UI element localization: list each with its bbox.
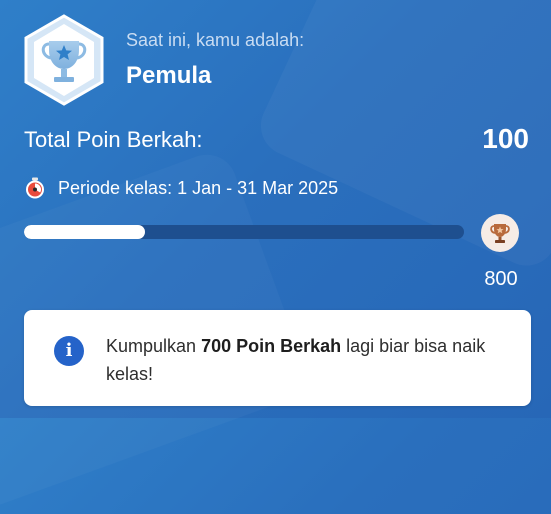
bronze-trophy-icon [490, 224, 510, 243]
level-title: Pemula [126, 62, 212, 89]
trophy-star-icon [24, 14, 104, 106]
info-icon: i [54, 336, 84, 366]
info-text-prefix: Kumpulkan [106, 336, 202, 356]
stopwatch-icon [26, 177, 44, 199]
period-text: Periode kelas: 1 Jan - 31 Mar 2025 [58, 177, 339, 198]
info-message: Kumpulkan 700 Poin Berkah lagi biar bisa… [106, 332, 506, 388]
info-card: i Kumpulkan 700 Poin Berkah lagi biar bi… [24, 310, 531, 406]
progress-bar [24, 225, 464, 239]
status-subtitle: Saat ini, kamu adalah: [126, 30, 305, 50]
progress-fill [24, 225, 145, 239]
total-points-value: 100 [482, 123, 529, 154]
total-points-label: Total Poin Berkah: [24, 127, 203, 152]
target-points-value: 800 [484, 268, 518, 290]
period-row: Periode kelas: 1 Jan - 31 Mar 2025 [24, 176, 338, 200]
target-level-badge [481, 214, 519, 252]
info-text-highlight: 700 Poin Berkah [201, 336, 342, 356]
level-badge [22, 14, 106, 106]
